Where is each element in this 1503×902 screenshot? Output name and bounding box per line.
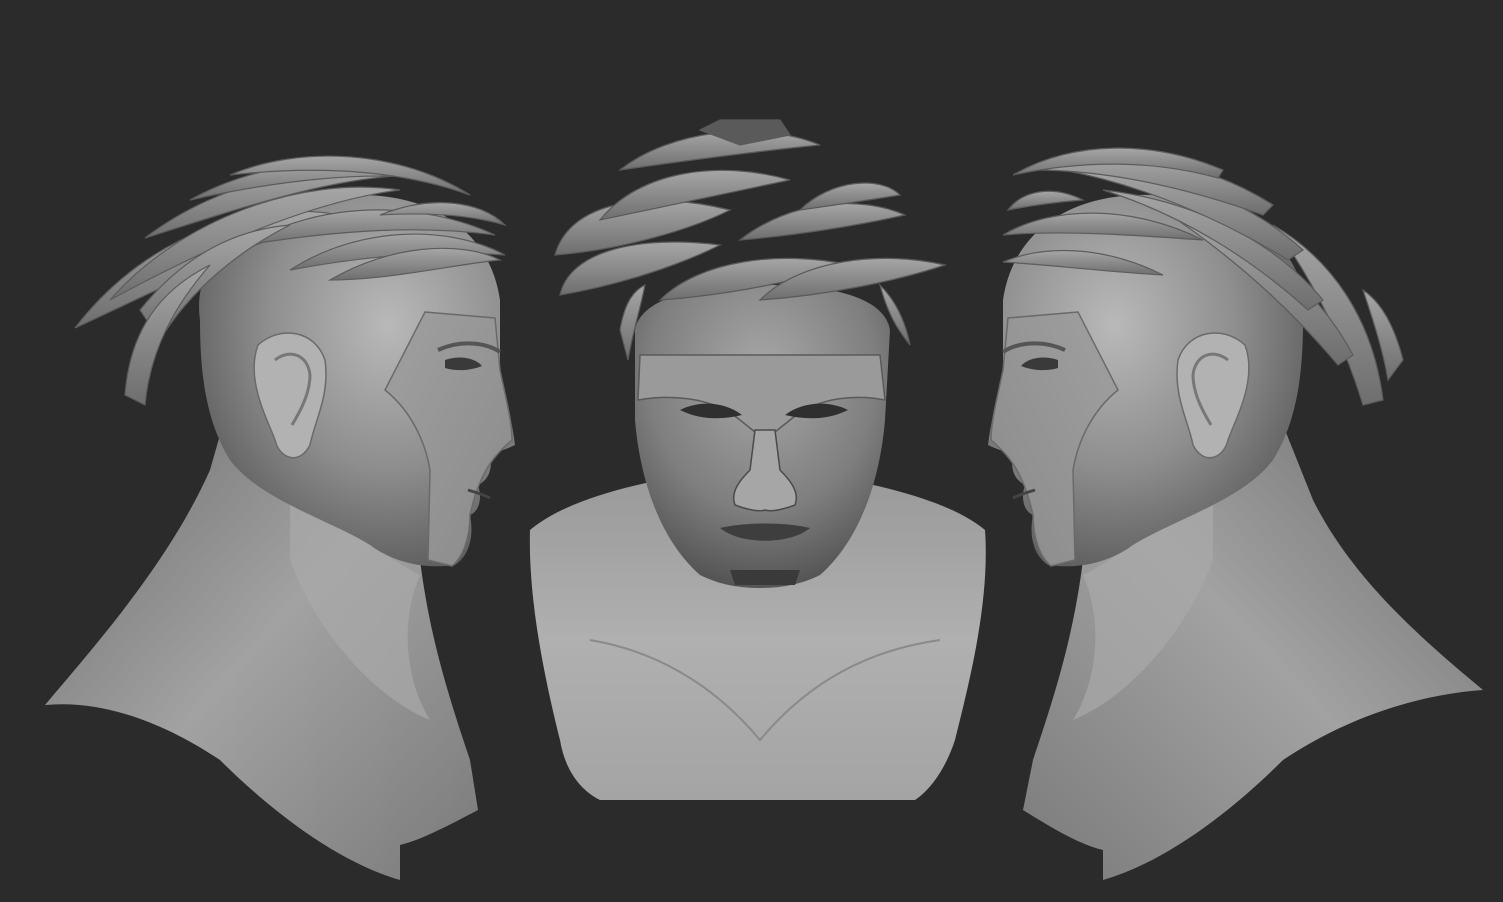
- left-profile-view: [45, 155, 516, 880]
- front-view: [529, 119, 986, 800]
- turnaround-illustration: [45, 119, 1483, 880]
- sculpt-turnaround-canvas: [0, 0, 1503, 902]
- right-profile-view: [988, 147, 1483, 880]
- front-view-chin-shadow: [730, 570, 800, 585]
